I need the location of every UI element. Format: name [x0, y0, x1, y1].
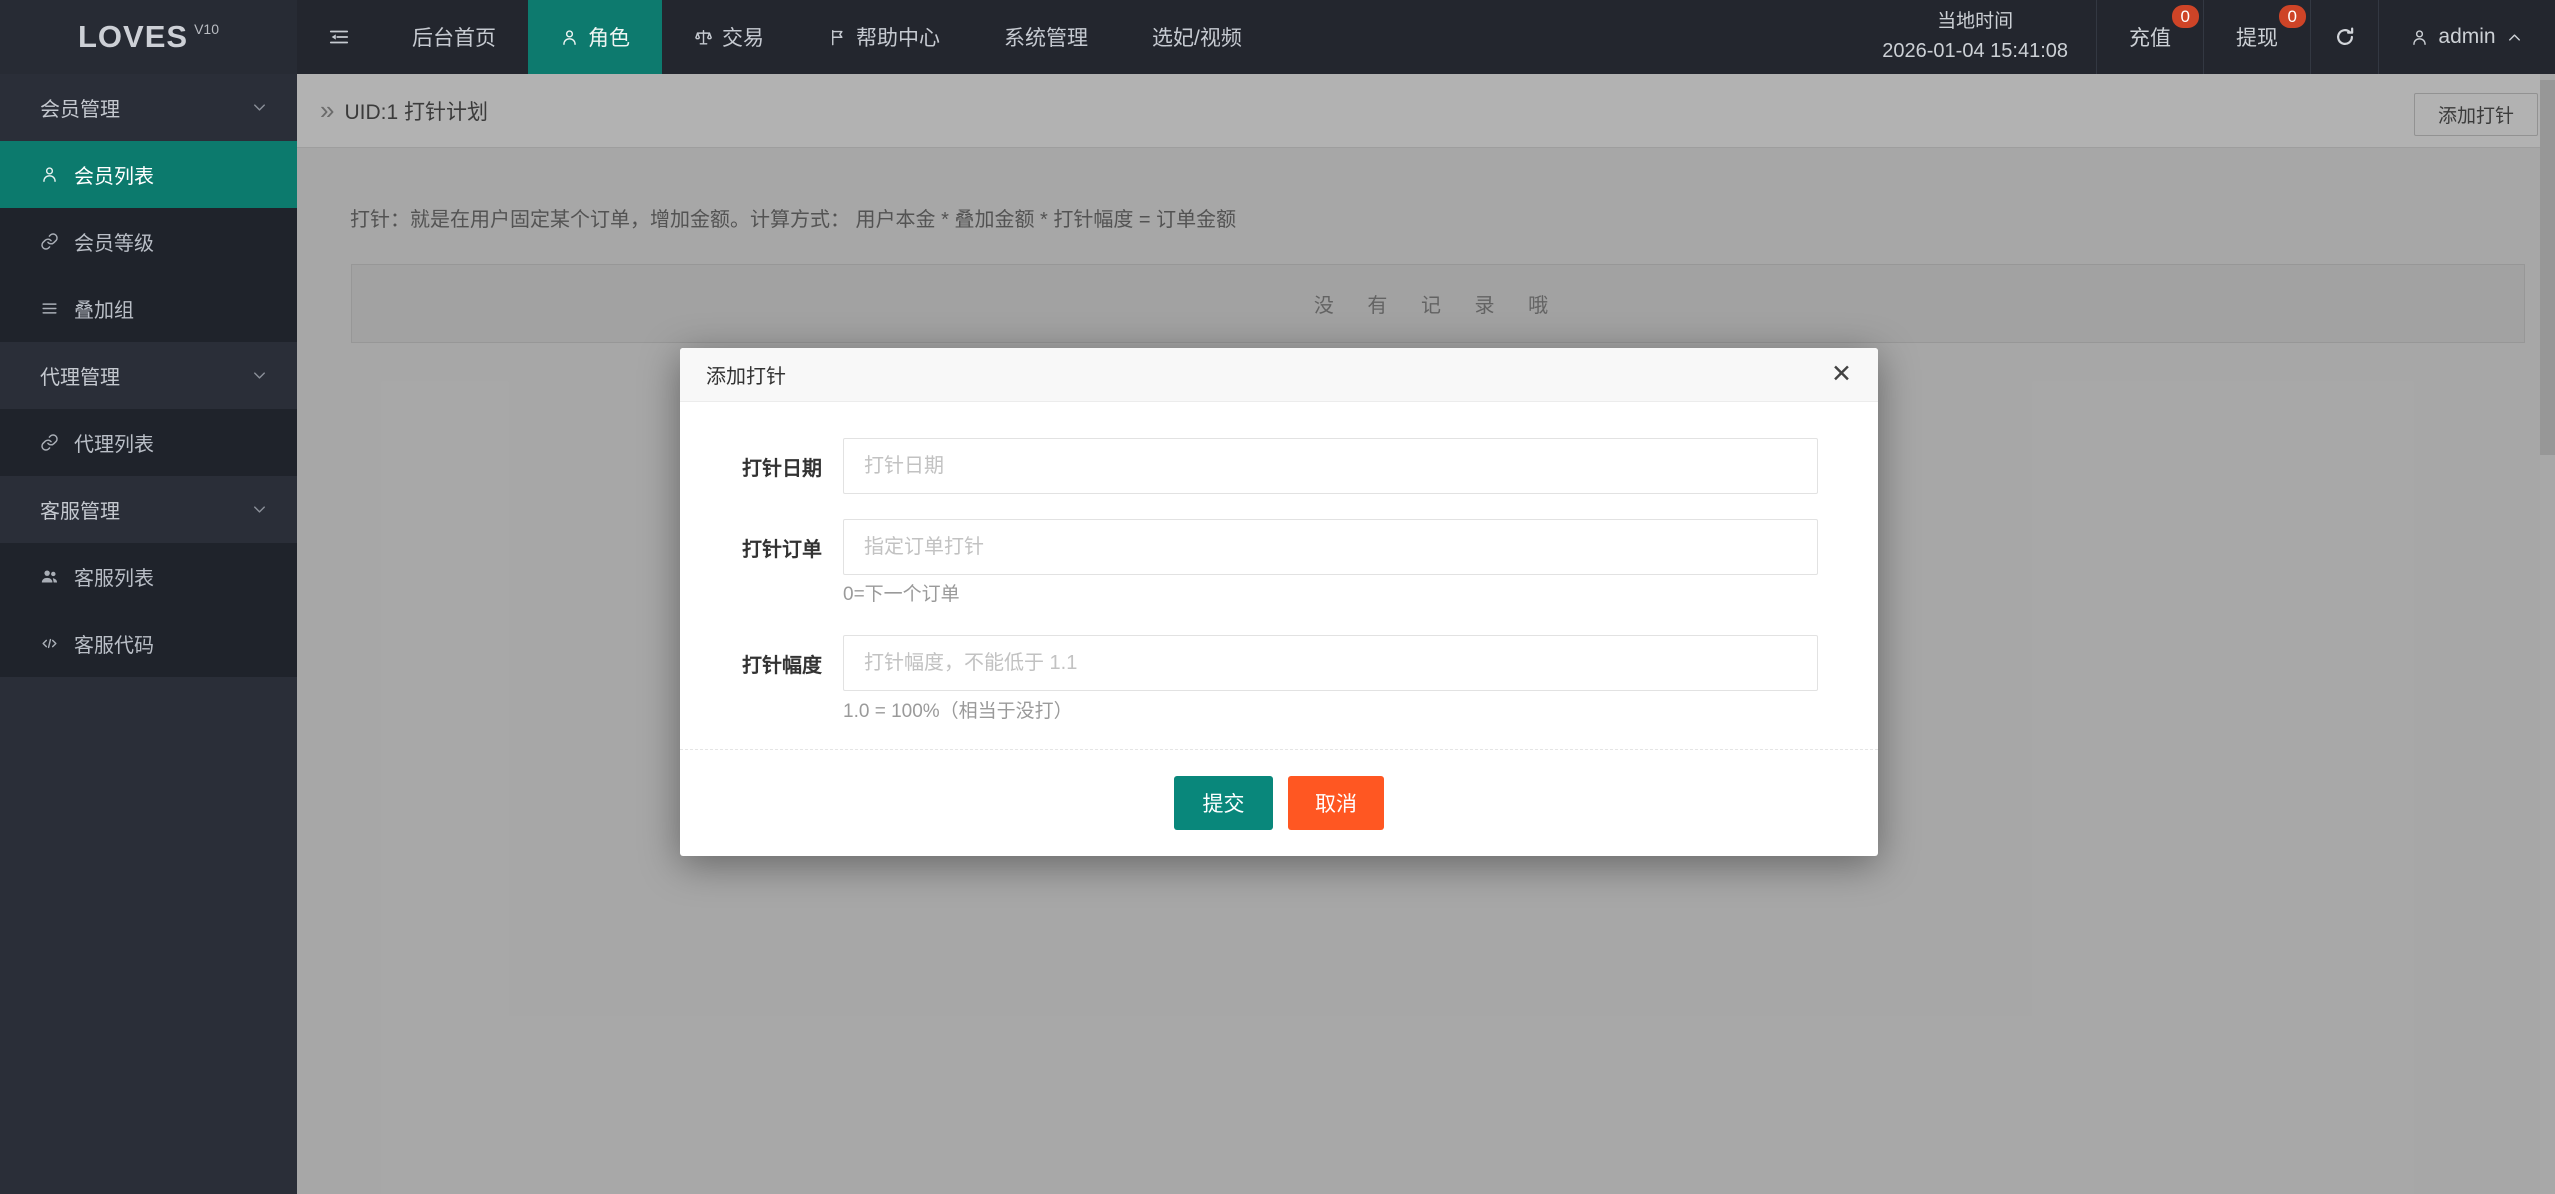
field-row-date: 打针日期: [680, 438, 1878, 494]
refresh-button[interactable]: [2310, 0, 2378, 74]
modal-header: 添加打针 ✕: [680, 348, 1878, 402]
sidebar-item-label: 客服列表: [74, 562, 154, 591]
chevron-down-icon: [250, 500, 269, 519]
top-nav: 后台首页 角色 交易 帮助中心 系统管理 选妃/: [380, 0, 1274, 74]
sidebar-item-label: 客服代码: [74, 629, 154, 658]
nav-item-system[interactable]: 系统管理: [972, 0, 1120, 74]
injection-date-input[interactable]: [843, 438, 1818, 494]
topbar-right: 当地时间 2026-01-04 15:41:08 充值 0 提现 0 admin: [1854, 0, 2555, 74]
group-label: 会员管理: [40, 93, 120, 122]
collapse-menu-button[interactable]: [297, 0, 380, 74]
sidebar-group-members[interactable]: 会员管理: [0, 74, 297, 141]
submit-button[interactable]: 提交: [1174, 776, 1273, 830]
group-label: 客服管理: [40, 495, 120, 524]
sidebar-group-service[interactable]: 客服管理: [0, 476, 297, 543]
chevron-up-icon: [2505, 28, 2524, 47]
sidebar-item-member-level[interactable]: 会员等级: [0, 208, 297, 275]
sidebar-item-agent-list[interactable]: 代理列表: [0, 409, 297, 476]
injection-date-label: 打针日期: [680, 452, 822, 481]
injection-range-label: 打针幅度: [680, 649, 822, 678]
modal-footer: 提交 取消: [680, 750, 1878, 855]
sidebar-item-service-code[interactable]: 客服代码: [0, 610, 297, 677]
nav-item-dashboard[interactable]: 后台首页: [380, 0, 528, 74]
nav-item-trade[interactable]: 交易: [662, 0, 796, 74]
topbar: LOVES V10 后台首页 角色 交易: [0, 0, 2555, 74]
sidebar-item-service-list[interactable]: 客服列表: [0, 543, 297, 610]
person-icon: [560, 28, 579, 47]
nav-label: 选妃/视频: [1152, 22, 1242, 52]
sidebar-group-agents[interactable]: 代理管理: [0, 342, 297, 409]
link-icon: [40, 232, 59, 251]
sidebar-item-label: 会员等级: [74, 227, 154, 256]
person-icon: [2410, 28, 2429, 47]
modal-title: 添加打针: [706, 360, 786, 389]
nav-label: 角色: [588, 22, 630, 52]
injection-order-label: 打针订单: [680, 533, 822, 562]
cancel-button[interactable]: 取消: [1288, 776, 1384, 830]
refresh-icon: [2334, 26, 2356, 48]
add-injection-modal: 添加打针 ✕ 打针日期 打针订单 0=下一个订单 打针幅度 1.0 = 100%…: [680, 348, 1878, 856]
injection-order-hint: 0=下一个订单: [843, 585, 1878, 605]
recharge-button[interactable]: 充值 0: [2096, 0, 2203, 74]
injection-range-hint: 1.0 = 100%（相当于没打）: [843, 702, 1878, 722]
group-label: 代理管理: [40, 361, 120, 390]
time-value: 2026-01-04 15:41:08: [1882, 36, 2068, 66]
nav-item-help-center[interactable]: 帮助中心: [796, 0, 972, 74]
code-icon: [40, 634, 59, 653]
field-row-order: 打针订单: [680, 519, 1878, 575]
admin-name: admin: [2438, 25, 2495, 49]
withdraw-label: 提现: [2236, 22, 2278, 52]
nav-label: 帮助中心: [856, 22, 940, 52]
field-row-range: 打针幅度: [680, 635, 1878, 691]
logo-version: V10: [194, 21, 219, 37]
chevron-down-icon: [250, 98, 269, 117]
injection-order-input[interactable]: [843, 519, 1818, 575]
scales-icon: [694, 28, 713, 47]
chevron-down-icon: [250, 366, 269, 385]
admin-menu[interactable]: admin: [2378, 0, 2555, 74]
list-icon: [40, 299, 59, 318]
recharge-label: 充值: [2129, 22, 2171, 52]
sidebar-item-stack-group[interactable]: 叠加组: [0, 275, 297, 342]
sidebar: 会员管理 会员列表 会员等级 叠加组 代理管理 代理列表: [0, 74, 297, 1194]
sidebar-item-label: 会员列表: [74, 160, 154, 189]
withdraw-button[interactable]: 提现 0: [2203, 0, 2310, 74]
nav-label: 交易: [722, 22, 764, 52]
close-icon[interactable]: ✕: [1831, 362, 1852, 387]
app-logo: LOVES V10: [0, 0, 297, 74]
nav-item-role[interactable]: 角色: [528, 0, 662, 74]
time-label: 当地时间: [1882, 8, 2068, 37]
logo-text: LOVES: [78, 19, 188, 55]
sidebar-item-member-list[interactable]: 会员列表: [0, 141, 297, 208]
sidebar-item-label: 叠加组: [74, 294, 134, 323]
person-icon: [40, 165, 59, 184]
local-time: 当地时间 2026-01-04 15:41:08: [1854, 0, 2096, 74]
sidebar-item-label: 代理列表: [74, 428, 154, 457]
nav-label: 后台首页: [412, 22, 496, 52]
flag-icon: [828, 28, 847, 47]
recharge-badge: 0: [2172, 5, 2199, 28]
nav-label: 系统管理: [1004, 22, 1088, 52]
nav-item-video[interactable]: 选妃/视频: [1120, 0, 1274, 74]
link-icon: [40, 433, 59, 452]
withdraw-badge: 0: [2279, 5, 2306, 28]
users-icon: [40, 567, 59, 586]
hamburger-icon: [328, 26, 350, 48]
injection-range-input[interactable]: [843, 635, 1818, 691]
